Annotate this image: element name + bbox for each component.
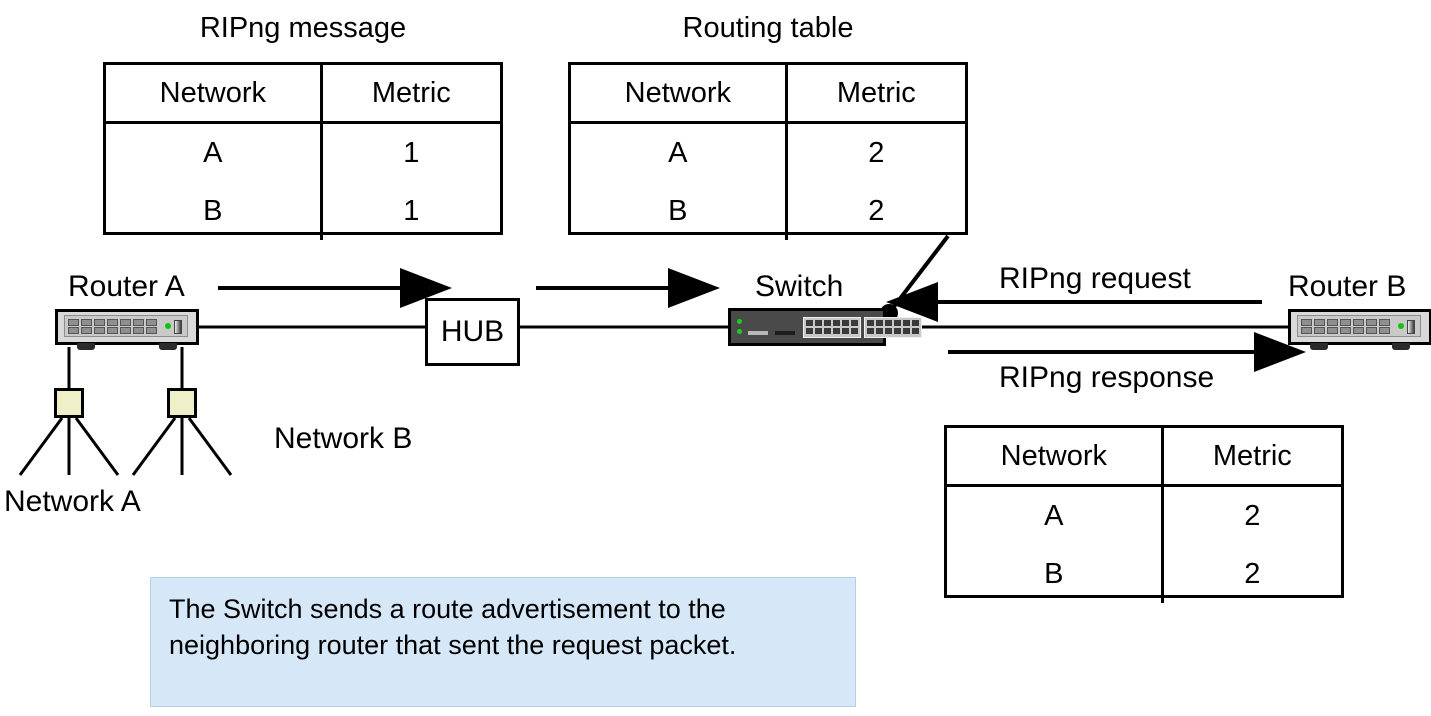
body-column-metric: 1 1 <box>323 124 500 240</box>
switch-status-led-icon <box>737 319 742 324</box>
body-column-network: A B <box>947 487 1164 603</box>
header-label-network: Network <box>159 76 267 109</box>
lan-b-leg-1 <box>131 417 177 476</box>
hub-node: HUB <box>425 298 520 366</box>
router-b-front-panel <box>1297 315 1421 337</box>
header-cell-network: Network <box>947 428 1164 484</box>
router-b-foot <box>1310 343 1328 350</box>
table-cell-metric: 1 <box>403 136 420 169</box>
router-b-label: Router B <box>1288 270 1407 303</box>
body-column-metric: 2 2 <box>1164 487 1341 603</box>
lan-b-leg-3 <box>187 417 233 476</box>
router-b-device <box>1288 309 1431 351</box>
router-a-front-panel <box>64 315 188 337</box>
header-label-metric: Metric <box>371 76 451 109</box>
explanation-callout-text: The Switch sends a route advertisement t… <box>169 594 737 660</box>
router-a-uplink-slot <box>174 320 182 334</box>
router-b-uplink-slot <box>1407 320 1415 334</box>
router-a-foot <box>77 343 95 350</box>
lan-a-leg-3 <box>74 417 120 476</box>
body-column-metric: 2 2 <box>788 124 965 240</box>
table-cell-network: A <box>203 136 223 169</box>
table-cell-network: A <box>668 136 688 169</box>
table-cell-metric: 2 <box>1244 499 1261 532</box>
header-label-metric: Metric <box>836 76 916 109</box>
ripng-message-table: Network Metric A B 1 1 <box>103 62 503 240</box>
lan-a-leg-1 <box>18 417 64 476</box>
network-diagram-canvas: RIPng message Network Metric A B 1 1 Rou… <box>0 0 1431 716</box>
header-cell-network: Network <box>106 65 323 121</box>
table-header-row: Network Metric <box>106 65 500 124</box>
table-cell-metric: 2 <box>1244 557 1261 590</box>
table-body: A B 2 2 <box>571 124 965 240</box>
explanation-callout: The Switch sends a route advertisement t… <box>150 577 856 707</box>
router-b-status-led-icon <box>1398 323 1404 329</box>
table-cell-network: A <box>1044 499 1064 532</box>
switch-label: Switch <box>755 270 844 303</box>
header-label-network: Network <box>624 76 732 109</box>
network-b-node <box>167 388 197 418</box>
ripng-message-table-title: RIPng message <box>199 12 407 44</box>
header-cell-metric: Metric <box>788 65 965 121</box>
header-label-metric: Metric <box>1212 439 1292 472</box>
header-cell-metric: Metric <box>323 65 500 121</box>
switch-console-port <box>775 331 795 335</box>
table-cell-metric: 1 <box>403 194 420 227</box>
switch-port-bank-right <box>864 317 922 338</box>
advertised-route-table: Network Metric A B 2 2 <box>944 425 1344 603</box>
router-b-port-grid <box>1301 319 1390 334</box>
switch-device <box>728 308 922 346</box>
router-a-label: Router A <box>68 270 185 303</box>
table-cell-network: B <box>1044 557 1064 590</box>
ripng-response-label: RIPng response <box>999 361 1215 394</box>
switch-label-strip <box>748 331 768 335</box>
header-label-network: Network <box>1000 439 1108 472</box>
body-column-network: A B <box>106 124 323 240</box>
table-cell-metric: 2 <box>868 194 885 227</box>
header-cell-network: Network <box>571 65 788 121</box>
table-cell-metric: 2 <box>868 136 885 169</box>
network-a-label: Network A <box>4 485 141 518</box>
router-a-status-led-icon <box>165 323 171 329</box>
routing-table-title: Routing table <box>682 12 854 44</box>
router-a-foot <box>159 343 177 350</box>
body-column-network: A B <box>571 124 788 240</box>
routing-table-leader-line <box>887 234 950 315</box>
network-b-label: Network B <box>274 422 413 455</box>
router-b-foot <box>1392 343 1410 350</box>
router-a-device <box>55 309 199 351</box>
header-cell-metric: Metric <box>1164 428 1341 484</box>
table-header-row: Network Metric <box>571 65 965 124</box>
network-a-node <box>54 388 84 418</box>
routing-table: Network Metric A B 2 2 <box>568 62 968 240</box>
switch-port-bank-left <box>803 317 861 338</box>
table-body: A B 1 1 <box>106 124 500 240</box>
table-cell-network: B <box>668 194 688 227</box>
ripng-request-label: RIPng request <box>999 262 1191 295</box>
router-a-port-grid <box>68 319 157 334</box>
table-body: A B 2 2 <box>947 487 1341 603</box>
switch-status-led-icon <box>737 329 742 334</box>
table-cell-network: B <box>203 194 223 227</box>
table-header-row: Network Metric <box>947 428 1341 487</box>
